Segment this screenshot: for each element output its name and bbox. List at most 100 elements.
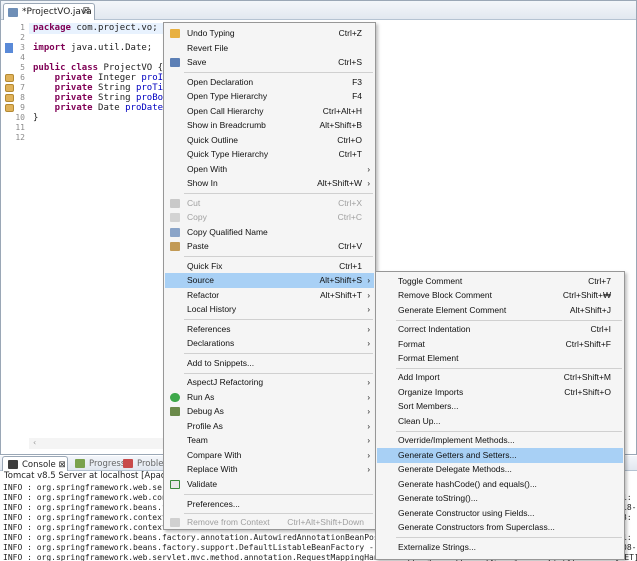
menu-item-add-to-snippets[interactable]: Add to Snippets... [165, 356, 374, 371]
menu-item-save[interactable]: Save Ctrl+S [165, 55, 374, 70]
menu-item-generate-delegate-methods[interactable]: Generate Delegate Methods... [377, 462, 623, 477]
submenu-arrow-icon: › [367, 179, 370, 188]
menu-shortcut: Ctrl+Alt+H [322, 106, 362, 116]
console-line: INFO : org.springframework.beans.factory… [3, 543, 384, 552]
menu-item-generate-constructor-fields[interactable]: Generate Constructor using Fields... [377, 506, 623, 521]
menu-item-replace-with[interactable]: Replace With › [165, 462, 374, 477]
menu-label: Generate Delegate Methods... [398, 464, 512, 474]
menu-item-open-type-hierarchy[interactable]: Open Type Hierarchy F4 [165, 89, 374, 104]
line-number: 11 [15, 123, 25, 132]
menu-item-cut[interactable]: Cut Ctrl+X [165, 196, 374, 211]
menu-label: Show in Breadcrumb [187, 120, 266, 130]
menu-item-clean-up[interactable]: Clean Up... [377, 414, 623, 429]
line-number: 9 [20, 103, 25, 112]
menu-item-compare-with[interactable]: Compare With › [165, 448, 374, 463]
menu-item-generate-constructors-superclass[interactable]: Generate Constructors from Superclass... [377, 520, 623, 535]
menu-item-declarations[interactable]: Declarations › [165, 336, 374, 351]
menu-item-open-call-hierarchy[interactable]: Open Call Hierarchy Ctrl+Alt+H [165, 104, 374, 119]
menu-item-generate-element-comment[interactable]: Generate Element Comment Alt+Shift+J [377, 303, 623, 318]
menu-label: Quick Type Hierarchy [187, 149, 269, 159]
menu-item-generate-getters-setters[interactable]: Generate Getters and Setters... [377, 448, 623, 463]
warning-marker-icon[interactable] [5, 74, 14, 82]
menu-shortcut: Ctrl+Shift+M [563, 372, 611, 382]
code-line-8: private String proBody; [33, 93, 180, 103]
menu-item-format[interactable]: Format Ctrl+Shift+F [377, 337, 623, 352]
menu-item-references[interactable]: References › [165, 322, 374, 337]
menu-shortcut: Ctrl+S [338, 57, 362, 67]
menu-item-quick-outline[interactable]: Quick Outline Ctrl+O [165, 133, 374, 148]
menu-item-add-import[interactable]: Add Import Ctrl+Shift+M [377, 370, 623, 385]
menu-item-format-element[interactable]: Format Element [377, 351, 623, 366]
menu-label: Generate Element Comment [398, 305, 507, 315]
scroll-left-icon[interactable]: ‹ [33, 438, 36, 447]
menu-item-run-as[interactable]: Run As › [165, 390, 374, 405]
horizontal-scrollbar[interactable] [29, 438, 165, 449]
menu-separator [184, 494, 373, 495]
menu-item-override-implement[interactable]: Override/Implement Methods... [377, 433, 623, 448]
menu-shortcut: Ctrl+T [338, 149, 362, 159]
menu-item-organize-imports[interactable]: Organize Imports Ctrl+Shift+O [377, 385, 623, 400]
menu-item-team[interactable]: Team › [165, 433, 374, 448]
submenu-arrow-icon: › [367, 451, 370, 460]
menu-label: Save [187, 57, 207, 67]
undo-icon [170, 29, 180, 38]
submenu-arrow-icon: › [367, 325, 370, 334]
menu-item-debug-as[interactable]: Debug As › [165, 404, 374, 419]
tab-problems[interactable]: Problem [118, 456, 172, 471]
warning-marker-icon[interactable] [5, 104, 14, 112]
menu-item-correct-indentation[interactable]: Correct Indentation Ctrl+I [377, 322, 623, 337]
menu-label: Show In [187, 178, 218, 188]
menu-item-copy[interactable]: Copy Ctrl+C [165, 210, 374, 225]
menu-item-generate-tostring[interactable]: Generate toString()... [377, 491, 623, 506]
menu-item-source[interactable]: Source Alt+Shift+S › [165, 273, 374, 288]
menu-label: Local History [187, 304, 237, 314]
menu-label: Format Element [398, 353, 459, 363]
menu-shortcut: Ctrl+Shift+O [564, 387, 611, 397]
code-line-1: package com.project.vo; [33, 23, 158, 33]
menu-separator [184, 72, 373, 73]
menu-label: Undo Typing [187, 28, 235, 38]
menu-label: Open Type Hierarchy [187, 91, 268, 101]
menu-label: Clean Up... [398, 416, 441, 426]
menu-label: References [187, 324, 231, 334]
menu-label: Compare With [187, 450, 242, 460]
tab-progress[interactable]: Progress [70, 456, 125, 471]
menu-item-aspectj-refactoring[interactable]: AspectJ Refactoring › [165, 375, 374, 390]
menu-item-local-history[interactable]: Local History › [165, 302, 374, 317]
menu-item-profile-as[interactable]: Profile As › [165, 419, 374, 434]
menu-item-validate[interactable]: Validate [165, 477, 374, 492]
close-icon[interactable]: ⊠ [82, 6, 90, 16]
copy-icon [170, 213, 180, 222]
menu-item-remove-block-comment[interactable]: Remove Block Comment Ctrl+Shift+₩ [377, 288, 623, 303]
menu-item-revert-file[interactable]: Revert File [165, 41, 374, 56]
menu-item-undo-typing[interactable]: Undo Typing Ctrl+Z [165, 26, 374, 41]
menu-item-quick-fix[interactable]: Quick Fix Ctrl+1 [165, 259, 374, 274]
menu-label: Toggle Comment [398, 276, 463, 286]
menu-item-open-declaration[interactable]: Open Declaration F3 [165, 75, 374, 90]
menu-label: Generate hashCode() and equals()... [398, 479, 537, 489]
menu-item-refactor[interactable]: Refactor Alt+Shift+T › [165, 288, 374, 303]
menu-item-quick-type-hierarchy[interactable]: Quick Type Hierarchy Ctrl+T [165, 147, 374, 162]
menu-label: Source [187, 275, 214, 285]
menu-item-sort-members[interactable]: Sort Members... [377, 399, 623, 414]
menu-item-open-with[interactable]: Open With › [165, 162, 374, 177]
tab-console[interactable]: Console ⊠ [2, 456, 68, 471]
editor-tab-projectvo[interactable]: *ProjectVO.java ⊠ [3, 3, 95, 20]
warning-marker-icon[interactable] [5, 84, 14, 92]
menu-item-toggle-comment[interactable]: Toggle Comment Ctrl+7 [377, 274, 623, 289]
menu-separator [396, 537, 622, 538]
menu-item-copy-qualified-name[interactable]: Copy Qualified Name [165, 225, 374, 240]
menu-item-show-in[interactable]: Show In Alt+Shift+W › [165, 176, 374, 191]
menu-item-show-in-breadcrumb[interactable]: Show in Breadcrumb Alt+Shift+B [165, 118, 374, 133]
menu-shortcut: F3 [352, 77, 362, 87]
menu-shortcut: Alt+Shift+J [569, 305, 611, 315]
menu-item-remove-from-context[interactable]: Remove from Context Ctrl+Alt+Shift+Down [165, 515, 374, 530]
menu-item-paste[interactable]: Paste Ctrl+V [165, 239, 374, 254]
menu-item-generate-hashcode-equals[interactable]: Generate hashCode() and equals()... [377, 477, 623, 492]
menu-item-externalize-strings[interactable]: Externalize Strings... [377, 540, 623, 555]
java-file-icon [8, 8, 18, 17]
line-number: 6 [20, 73, 25, 82]
line-number: 12 [15, 133, 25, 142]
warning-marker-icon[interactable] [5, 94, 14, 102]
menu-item-preferences[interactable]: Preferences... [165, 497, 374, 512]
